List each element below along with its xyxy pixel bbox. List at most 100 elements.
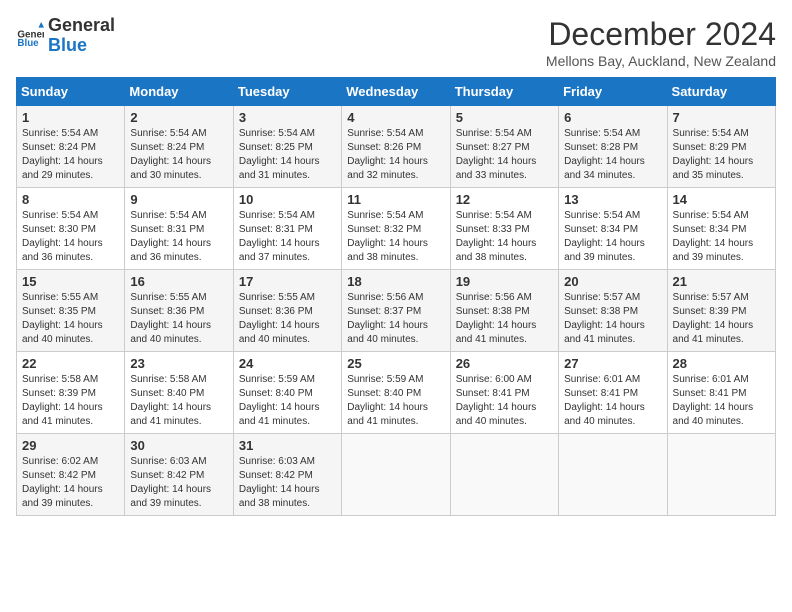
day-info: Sunrise: 5:54 AM Sunset: 8:28 PM Dayligh… — [564, 127, 661, 183]
calendar-cell: 7 Sunrise: 5:54 AM Sunset: 8:29 PM Dayli… — [667, 106, 775, 188]
day-number: 7 — [673, 110, 770, 125]
calendar-cell: 1 Sunrise: 5:54 AM Sunset: 8:24 PM Dayli… — [17, 106, 125, 188]
day-info: Sunrise: 5:55 AM Sunset: 8:36 PM Dayligh… — [130, 291, 227, 347]
day-info: Sunrise: 5:54 AM Sunset: 8:31 PM Dayligh… — [239, 209, 336, 265]
day-number: 21 — [673, 274, 770, 289]
header-cell-monday: Monday — [125, 78, 233, 106]
day-info: Sunrise: 5:55 AM Sunset: 8:35 PM Dayligh… — [22, 291, 119, 347]
day-info: Sunrise: 5:54 AM Sunset: 8:29 PM Dayligh… — [673, 127, 770, 183]
day-info: Sunrise: 5:57 AM Sunset: 8:39 PM Dayligh… — [673, 291, 770, 347]
day-number: 2 — [130, 110, 227, 125]
day-number: 28 — [673, 356, 770, 371]
day-number: 25 — [347, 356, 444, 371]
calendar-cell: 23 Sunrise: 5:58 AM Sunset: 8:40 PM Dayl… — [125, 352, 233, 434]
calendar-cell: 16 Sunrise: 5:55 AM Sunset: 8:36 PM Dayl… — [125, 270, 233, 352]
day-info: Sunrise: 5:54 AM Sunset: 8:24 PM Dayligh… — [22, 127, 119, 183]
day-info: Sunrise: 5:54 AM Sunset: 8:34 PM Dayligh… — [673, 209, 770, 265]
calendar-cell: 5 Sunrise: 5:54 AM Sunset: 8:27 PM Dayli… — [450, 106, 558, 188]
calendar-cell: 27 Sunrise: 6:01 AM Sunset: 8:41 PM Dayl… — [559, 352, 667, 434]
calendar-cell: 22 Sunrise: 5:58 AM Sunset: 8:39 PM Dayl… — [17, 352, 125, 434]
calendar-title: December 2024 — [546, 16, 776, 53]
calendar-cell: 31 Sunrise: 6:03 AM Sunset: 8:42 PM Dayl… — [233, 434, 341, 516]
day-number: 10 — [239, 192, 336, 207]
calendar-cell: 12 Sunrise: 5:54 AM Sunset: 8:33 PM Dayl… — [450, 188, 558, 270]
day-number: 3 — [239, 110, 336, 125]
calendar-row-week-2: 8 Sunrise: 5:54 AM Sunset: 8:30 PM Dayli… — [17, 188, 776, 270]
calendar-cell — [667, 434, 775, 516]
calendar-cell: 20 Sunrise: 5:57 AM Sunset: 8:38 PM Dayl… — [559, 270, 667, 352]
header-cell-friday: Friday — [559, 78, 667, 106]
day-info: Sunrise: 5:54 AM Sunset: 8:33 PM Dayligh… — [456, 209, 553, 265]
day-info: Sunrise: 6:03 AM Sunset: 8:42 PM Dayligh… — [239, 455, 336, 511]
day-info: Sunrise: 5:54 AM Sunset: 8:31 PM Dayligh… — [130, 209, 227, 265]
svg-text:Blue: Blue — [17, 38, 39, 49]
calendar-cell: 8 Sunrise: 5:54 AM Sunset: 8:30 PM Dayli… — [17, 188, 125, 270]
day-number: 29 — [22, 438, 119, 453]
day-info: Sunrise: 5:54 AM Sunset: 8:34 PM Dayligh… — [564, 209, 661, 265]
day-number: 17 — [239, 274, 336, 289]
calendar-cell: 25 Sunrise: 5:59 AM Sunset: 8:40 PM Dayl… — [342, 352, 450, 434]
calendar-row-week-3: 15 Sunrise: 5:55 AM Sunset: 8:35 PM Dayl… — [17, 270, 776, 352]
calendar-cell: 30 Sunrise: 6:03 AM Sunset: 8:42 PM Dayl… — [125, 434, 233, 516]
calendar-table: SundayMondayTuesdayWednesdayThursdayFrid… — [16, 77, 776, 516]
day-number: 24 — [239, 356, 336, 371]
calendar-row-week-4: 22 Sunrise: 5:58 AM Sunset: 8:39 PM Dayl… — [17, 352, 776, 434]
title-block: December 2024 Mellons Bay, Auckland, New… — [546, 16, 776, 69]
calendar-header: SundayMondayTuesdayWednesdayThursdayFrid… — [17, 78, 776, 106]
calendar-cell: 17 Sunrise: 5:55 AM Sunset: 8:36 PM Dayl… — [233, 270, 341, 352]
day-number: 19 — [456, 274, 553, 289]
day-info: Sunrise: 5:55 AM Sunset: 8:36 PM Dayligh… — [239, 291, 336, 347]
day-number: 15 — [22, 274, 119, 289]
calendar-cell: 4 Sunrise: 5:54 AM Sunset: 8:26 PM Dayli… — [342, 106, 450, 188]
header-cell-thursday: Thursday — [450, 78, 558, 106]
day-info: Sunrise: 5:59 AM Sunset: 8:40 PM Dayligh… — [347, 373, 444, 429]
header-cell-sunday: Sunday — [17, 78, 125, 106]
calendar-cell — [342, 434, 450, 516]
day-info: Sunrise: 5:56 AM Sunset: 8:37 PM Dayligh… — [347, 291, 444, 347]
calendar-row-week-5: 29 Sunrise: 6:02 AM Sunset: 8:42 PM Dayl… — [17, 434, 776, 516]
calendar-subtitle: Mellons Bay, Auckland, New Zealand — [546, 53, 776, 69]
day-number: 16 — [130, 274, 227, 289]
logo-icon: General Blue — [16, 22, 44, 50]
day-number: 6 — [564, 110, 661, 125]
day-info: Sunrise: 5:59 AM Sunset: 8:40 PM Dayligh… — [239, 373, 336, 429]
calendar-cell — [450, 434, 558, 516]
day-number: 31 — [239, 438, 336, 453]
calendar-cell: 9 Sunrise: 5:54 AM Sunset: 8:31 PM Dayli… — [125, 188, 233, 270]
header-cell-wednesday: Wednesday — [342, 78, 450, 106]
header-cell-tuesday: Tuesday — [233, 78, 341, 106]
calendar-cell: 13 Sunrise: 5:54 AM Sunset: 8:34 PM Dayl… — [559, 188, 667, 270]
day-number: 8 — [22, 192, 119, 207]
day-number: 4 — [347, 110, 444, 125]
day-number: 20 — [564, 274, 661, 289]
day-info: Sunrise: 5:57 AM Sunset: 8:38 PM Dayligh… — [564, 291, 661, 347]
day-info: Sunrise: 6:00 AM Sunset: 8:41 PM Dayligh… — [456, 373, 553, 429]
day-number: 9 — [130, 192, 227, 207]
day-info: Sunrise: 6:01 AM Sunset: 8:41 PM Dayligh… — [673, 373, 770, 429]
day-number: 5 — [456, 110, 553, 125]
header-cell-saturday: Saturday — [667, 78, 775, 106]
day-info: Sunrise: 5:54 AM Sunset: 8:32 PM Dayligh… — [347, 209, 444, 265]
logo: General Blue GeneralBlue — [16, 16, 115, 56]
day-info: Sunrise: 6:03 AM Sunset: 8:42 PM Dayligh… — [130, 455, 227, 511]
calendar-cell: 11 Sunrise: 5:54 AM Sunset: 8:32 PM Dayl… — [342, 188, 450, 270]
day-number: 13 — [564, 192, 661, 207]
day-number: 14 — [673, 192, 770, 207]
day-info: Sunrise: 5:56 AM Sunset: 8:38 PM Dayligh… — [456, 291, 553, 347]
day-info: Sunrise: 5:58 AM Sunset: 8:39 PM Dayligh… — [22, 373, 119, 429]
logo-text: GeneralBlue — [48, 16, 115, 56]
day-number: 18 — [347, 274, 444, 289]
day-info: Sunrise: 5:54 AM Sunset: 8:30 PM Dayligh… — [22, 209, 119, 265]
calendar-cell: 18 Sunrise: 5:56 AM Sunset: 8:37 PM Dayl… — [342, 270, 450, 352]
day-info: Sunrise: 5:54 AM Sunset: 8:26 PM Dayligh… — [347, 127, 444, 183]
calendar-cell: 6 Sunrise: 5:54 AM Sunset: 8:28 PM Dayli… — [559, 106, 667, 188]
calendar-cell: 28 Sunrise: 6:01 AM Sunset: 8:41 PM Dayl… — [667, 352, 775, 434]
day-info: Sunrise: 5:58 AM Sunset: 8:40 PM Dayligh… — [130, 373, 227, 429]
day-info: Sunrise: 6:01 AM Sunset: 8:41 PM Dayligh… — [564, 373, 661, 429]
day-number: 26 — [456, 356, 553, 371]
calendar-cell: 26 Sunrise: 6:00 AM Sunset: 8:41 PM Dayl… — [450, 352, 558, 434]
day-number: 23 — [130, 356, 227, 371]
day-number: 1 — [22, 110, 119, 125]
day-number: 11 — [347, 192, 444, 207]
calendar-cell: 21 Sunrise: 5:57 AM Sunset: 8:39 PM Dayl… — [667, 270, 775, 352]
